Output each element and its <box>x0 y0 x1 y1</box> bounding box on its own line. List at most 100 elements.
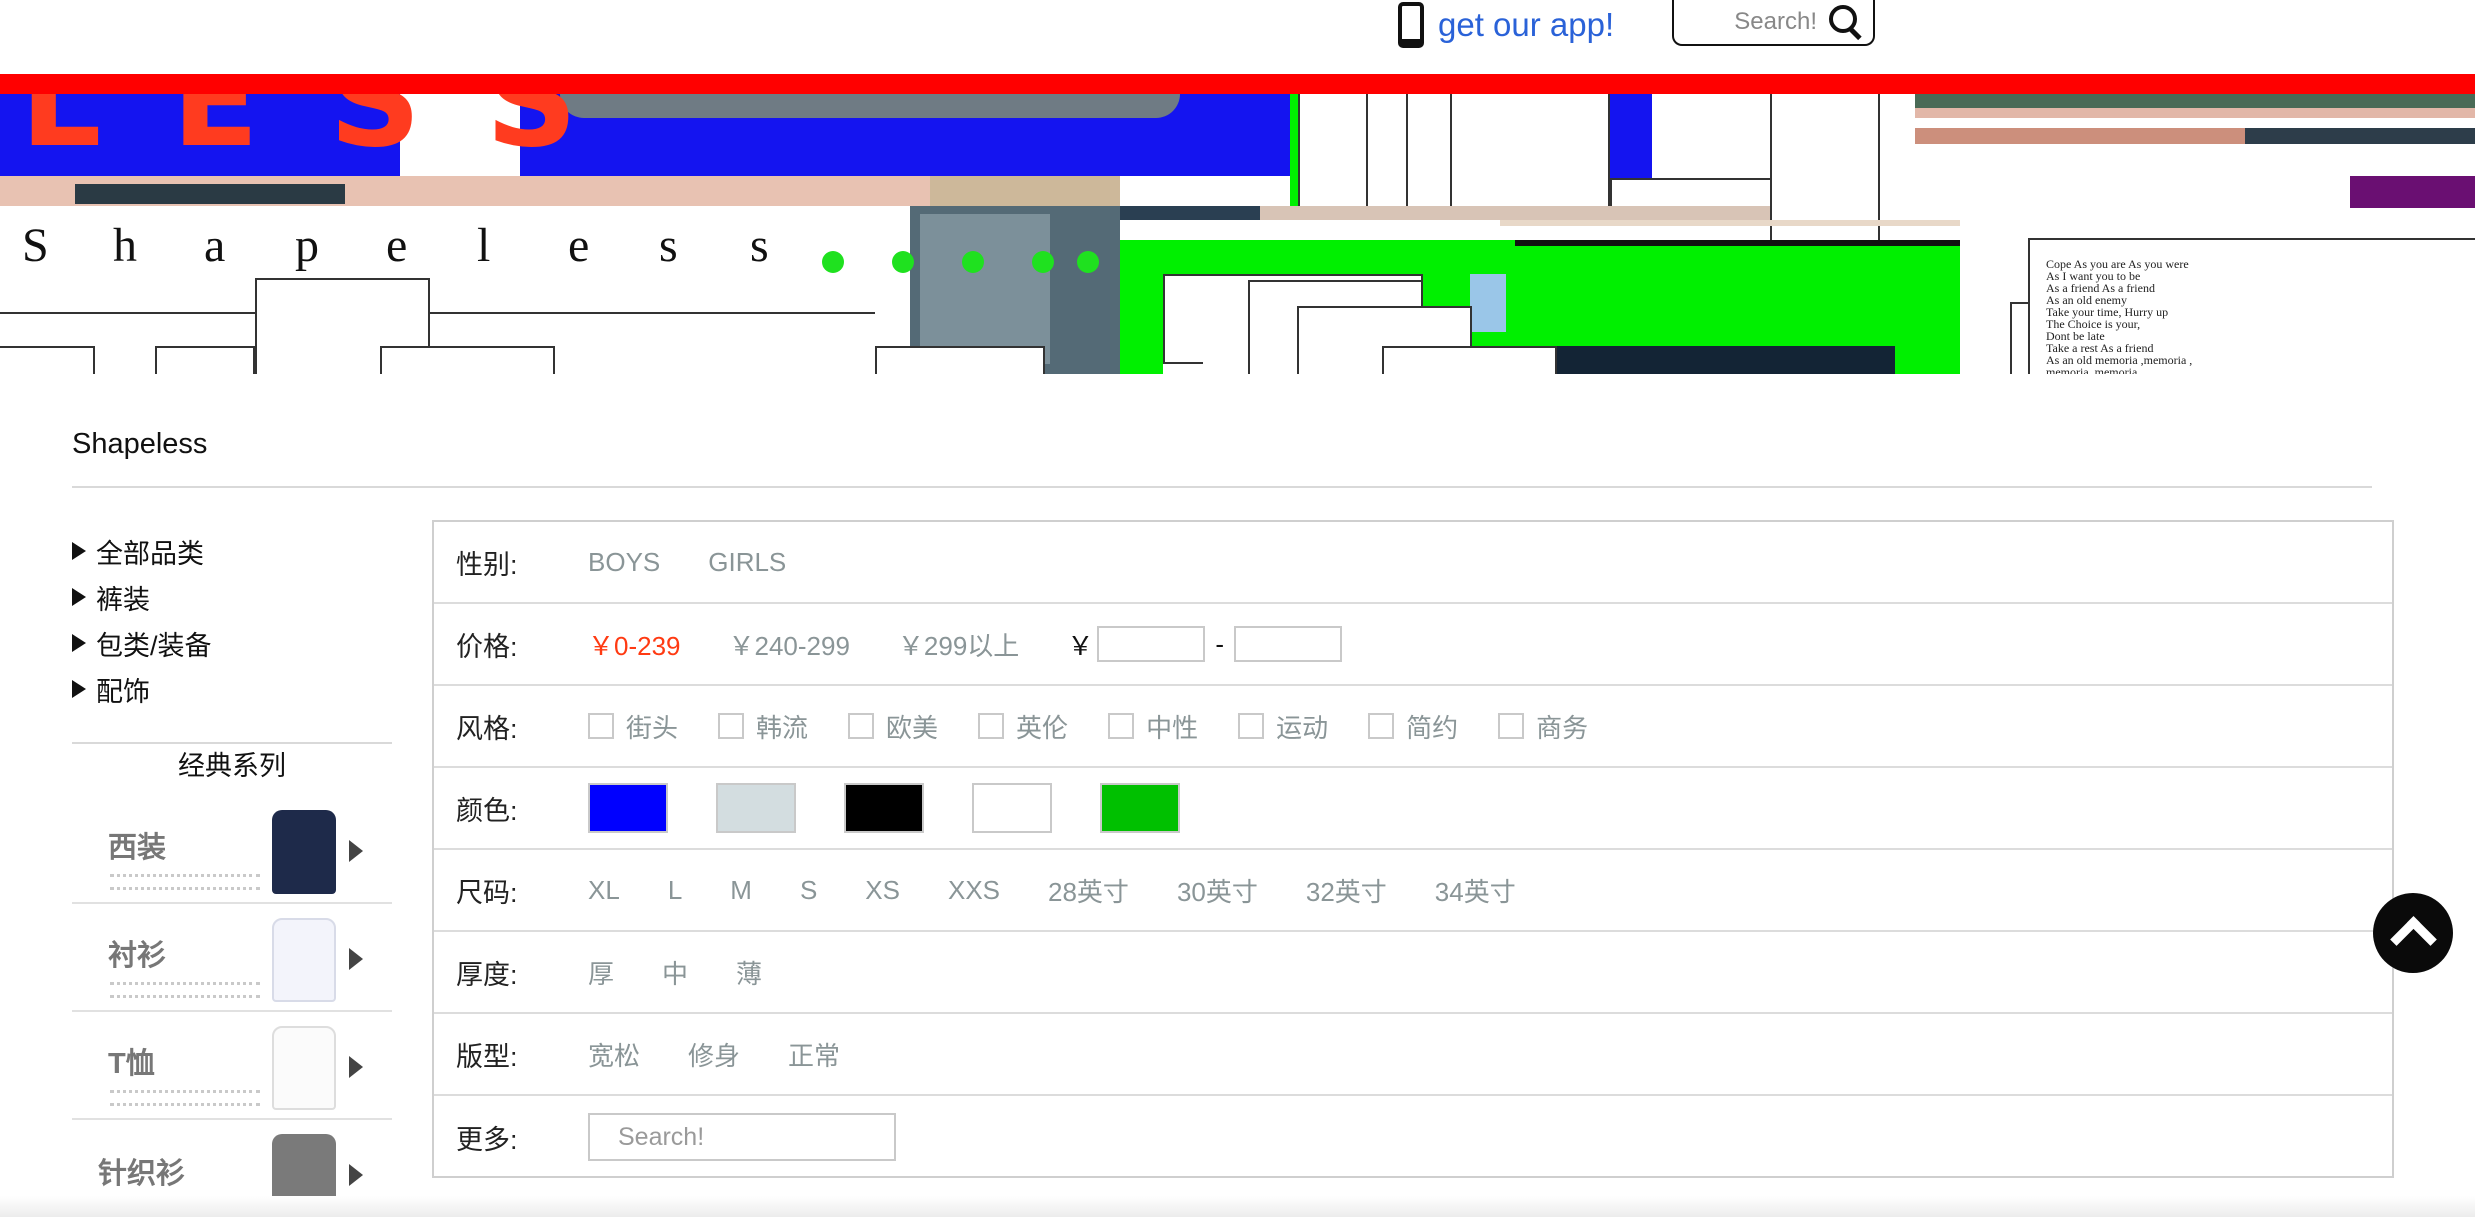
price-option[interactable]: ￥240-299 <box>729 626 850 663</box>
triangle-right-icon <box>72 680 86 698</box>
style-option[interactable]: 中性 <box>1108 708 1198 745</box>
suit-thumbnail <box>272 810 336 894</box>
price-option[interactable]: ￥299以上 <box>898 626 1019 663</box>
arrow-right-icon <box>349 948 363 970</box>
carousel-dot[interactable] <box>892 251 914 273</box>
color-swatch-blue[interactable] <box>588 783 668 833</box>
search-icon[interactable] <box>1829 5 1861 39</box>
arrow-right-icon <box>349 1164 363 1186</box>
checkbox[interactable] <box>588 713 614 739</box>
series-label: 西装 <box>108 832 167 864</box>
size-option[interactable]: 32英寸 <box>1306 872 1387 909</box>
carousel-dot[interactable] <box>822 251 844 273</box>
bottom-shadow <box>0 1196 2475 1217</box>
hero-banner: LESS Shapeless Cope As you are As you we… <box>0 94 2475 374</box>
arrow-right-icon <box>349 840 363 862</box>
size-option[interactable]: XS <box>865 875 900 906</box>
category-item-all[interactable]: 全部品类 <box>72 528 392 574</box>
get-app-label: get our app! <box>1438 6 1615 43</box>
triangle-right-icon <box>72 634 86 652</box>
checkbox[interactable] <box>848 713 875 739</box>
category-label: 裤装 <box>96 584 150 615</box>
filter-row-gender: 性别: BOYS GIRLS <box>434 522 2392 604</box>
category-item-pants[interactable]: 裤装 <box>72 574 392 620</box>
get-app-link[interactable]: get our app! <box>1398 0 1614 50</box>
color-swatch-green[interactable] <box>1100 783 1180 833</box>
style-option[interactable]: 街头 <box>588 708 678 745</box>
series-card-shirt[interactable]: 衬衫 <box>72 906 392 1012</box>
category-label: 配饰 <box>96 676 150 707</box>
thickness-option[interactable]: 厚 <box>588 954 614 991</box>
style-option[interactable]: 欧美 <box>848 708 938 745</box>
fit-option[interactable]: 修身 <box>688 1036 740 1073</box>
size-option[interactable]: XXS <box>948 875 1000 906</box>
fit-option[interactable]: 宽松 <box>588 1036 640 1073</box>
series-fine-print <box>110 982 260 998</box>
filter-panel: 性别: BOYS GIRLS 价格: ￥0-239 ￥240-299 ￥299以… <box>432 520 2394 1178</box>
currency-symbol: ￥ <box>1067 630 1094 661</box>
series-label: 针织衫 <box>98 1158 186 1190</box>
checkbox[interactable] <box>1238 713 1265 739</box>
style-option[interactable]: 商务 <box>1498 708 1588 745</box>
carousel-dot[interactable] <box>1032 251 1054 273</box>
filter-label: 颜色: <box>456 795 518 826</box>
category-list: 全部品类 裤装 包类/装备 配饰 <box>72 528 392 712</box>
category-item-accessories[interactable]: 配饰 <box>72 666 392 712</box>
header-search-placeholder: Search! <box>1734 8 1817 35</box>
header-red-stripe <box>0 74 2475 94</box>
filter-label: 风格: <box>456 713 518 744</box>
style-option[interactable]: 英伦 <box>978 708 1068 745</box>
more-search-input[interactable] <box>588 1113 896 1161</box>
filter-row-style: 风格: 街头 韩流 欧美 英伦 中性 运动 简约 商务 <box>434 686 2392 768</box>
checkbox[interactable] <box>718 713 745 739</box>
filter-label: 版型: <box>456 1041 518 1072</box>
checkbox[interactable] <box>978 713 1005 739</box>
carousel-dot[interactable] <box>962 251 984 273</box>
triangle-right-icon <box>72 588 86 606</box>
color-swatch-grey[interactable] <box>716 783 796 833</box>
checkbox[interactable] <box>1368 713 1395 739</box>
back-to-top-button[interactable] <box>2373 893 2453 973</box>
triangle-right-icon <box>72 542 86 560</box>
range-separator: - <box>1215 628 1224 659</box>
checkbox[interactable] <box>1498 713 1525 739</box>
price-option[interactable]: ￥0-239 <box>588 626 681 663</box>
series-title: 经典系列 <box>178 751 286 781</box>
category-item-bags[interactable]: 包类/装备 <box>72 620 392 666</box>
size-option[interactable]: XL <box>588 875 620 906</box>
series-label: T恤 <box>108 1048 155 1080</box>
series-card-tshirt[interactable]: T恤 <box>72 1014 392 1120</box>
size-option[interactable]: 34英寸 <box>1435 872 1516 909</box>
carousel-dot[interactable] <box>1077 251 1099 273</box>
thickness-option[interactable]: 中 <box>662 954 688 991</box>
thickness-option[interactable]: 薄 <box>736 954 762 991</box>
style-option[interactable]: 简约 <box>1368 708 1458 745</box>
series-label: 衬衫 <box>108 940 167 972</box>
filter-row-price: 价格: ￥0-239 ￥240-299 ￥299以上 ￥ - <box>434 604 2392 686</box>
size-option[interactable]: 30英寸 <box>1177 872 1258 909</box>
size-option[interactable]: 28英寸 <box>1048 872 1129 909</box>
gender-option[interactable]: BOYS <box>588 547 660 578</box>
series-card-suit[interactable]: 西装 <box>72 798 392 904</box>
size-option[interactable]: M <box>730 875 752 906</box>
checkbox[interactable] <box>1108 713 1135 739</box>
size-option[interactable]: L <box>668 875 682 906</box>
filter-label: 厚度: <box>456 959 518 990</box>
price-max-input[interactable] <box>1234 626 1342 662</box>
fit-option[interactable]: 正常 <box>788 1036 840 1073</box>
series-fine-print <box>110 1090 260 1106</box>
style-option[interactable]: 运动 <box>1238 708 1328 745</box>
size-option[interactable]: S <box>800 875 817 906</box>
color-swatch-black[interactable] <box>844 783 924 833</box>
series-fine-print <box>110 874 260 890</box>
color-swatch-white[interactable] <box>972 783 1052 833</box>
tshirt-thumbnail <box>272 1026 336 1110</box>
gender-option[interactable]: GIRLS <box>708 547 786 578</box>
header-search-box[interactable]: Search! <box>1672 0 1875 46</box>
price-min-input[interactable] <box>1097 626 1206 662</box>
arrow-right-icon <box>349 1056 363 1078</box>
banner-brand-word: LESS <box>20 94 648 176</box>
style-option[interactable]: 韩流 <box>718 708 808 745</box>
filter-row-fit: 版型: 宽松 修身 正常 <box>434 1014 2392 1096</box>
filter-label: 性别: <box>456 549 518 580</box>
